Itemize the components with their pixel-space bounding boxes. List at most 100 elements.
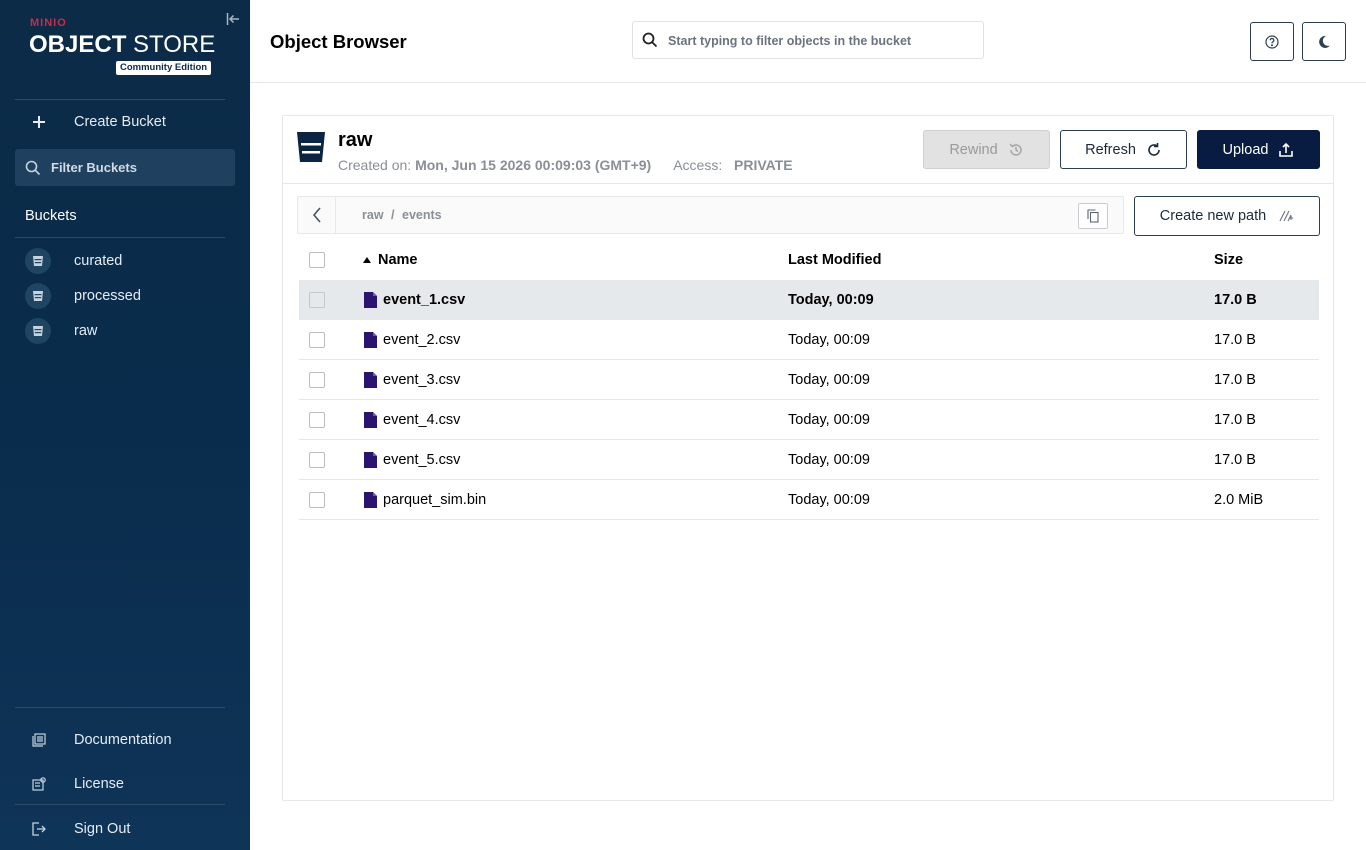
table-row[interactable]: event_1.csv Today, 00:09 17.0 B	[299, 280, 1319, 320]
breadcrumb-folder[interactable]: events	[402, 208, 442, 222]
file-icon	[364, 292, 377, 308]
refresh-icon	[1146, 142, 1162, 158]
copy-path-button[interactable]	[1078, 203, 1108, 229]
sign-out-button[interactable]: Sign Out	[15, 811, 235, 847]
file-icon	[364, 332, 377, 348]
table-row[interactable]: event_5.csv Today, 00:09 17.0 B	[299, 440, 1319, 480]
back-button[interactable]	[298, 197, 336, 233]
file-name: event_5.csv	[383, 452, 461, 468]
file-modified: Today, 00:09	[788, 332, 870, 348]
row-checkbox[interactable]	[309, 412, 325, 428]
chevron-left-icon	[312, 207, 321, 223]
breadcrumb-separator: /	[391, 208, 395, 222]
row-checkbox[interactable]	[309, 332, 325, 348]
row-checkbox[interactable]	[309, 292, 325, 308]
top-header: Object Browser	[250, 0, 1366, 83]
access-value: PRIVATE	[734, 157, 793, 173]
upload-button[interactable]: Upload	[1197, 130, 1320, 169]
object-search-input[interactable]	[668, 32, 968, 48]
upload-label: Upload	[1222, 141, 1269, 158]
license-link[interactable]: License	[15, 766, 235, 802]
collapse-sidebar-icon[interactable]	[226, 12, 240, 26]
column-name-label: Name	[378, 252, 418, 268]
copy-icon	[1087, 209, 1099, 223]
refresh-button[interactable]: Refresh	[1060, 130, 1187, 169]
theme-toggle-button[interactable]	[1302, 22, 1346, 61]
file-size: 17.0 B	[1214, 372, 1256, 388]
upload-icon	[1278, 142, 1294, 158]
license-label: License	[74, 776, 124, 792]
object-search-box	[632, 21, 984, 59]
access-label: Access:	[673, 157, 723, 173]
rewind-label: Rewind	[949, 141, 998, 158]
select-all-header	[309, 240, 325, 280]
file-modified: Today, 00:09	[788, 492, 870, 508]
breadcrumb: raw / events	[297, 196, 1124, 234]
created-label: Created on:	[338, 157, 412, 173]
file-name: event_1.csv	[383, 292, 466, 308]
sidebar-bucket-raw[interactable]: raw	[25, 318, 225, 344]
select-all-checkbox[interactable]	[309, 252, 325, 268]
file-size: 17.0 B	[1214, 452, 1256, 468]
file-icon	[364, 372, 377, 388]
bucket-label: curated	[74, 253, 123, 269]
documentation-link[interactable]: Documentation	[15, 722, 235, 758]
rewind-button[interactable]: Rewind	[923, 130, 1050, 169]
logo-brand: MINIO	[30, 17, 67, 29]
file-name: event_2.csv	[383, 332, 461, 348]
breadcrumb-root[interactable]: raw	[362, 208, 384, 222]
documentation-icon	[30, 731, 48, 749]
file-modified: Today, 00:09	[788, 372, 870, 388]
bucket-icon	[25, 248, 51, 274]
file-size: 17.0 B	[1214, 332, 1256, 348]
column-header-name[interactable]: Name	[362, 240, 418, 280]
sidebar: MINIO OBJECT STORE Community Edition Cre…	[0, 0, 250, 850]
table-row[interactable]: event_2.csv Today, 00:09 17.0 B	[299, 320, 1319, 360]
bucket-icon	[297, 132, 325, 162]
buckets-section-title: Buckets	[25, 208, 77, 224]
sidebar-bucket-curated[interactable]: curated	[25, 248, 225, 274]
moon-icon	[1319, 35, 1330, 48]
sort-up-icon	[363, 257, 371, 263]
file-modified: Today, 00:09	[788, 412, 870, 428]
bucket-name: raw	[338, 129, 373, 151]
row-checkbox[interactable]	[309, 492, 325, 508]
sidebar-divider	[15, 804, 225, 805]
column-size-label: Size	[1214, 252, 1244, 268]
bucket-panel: raw Created on: Mon, Jun 15 2026 00:09:0…	[282, 115, 1334, 801]
file-modified: Today, 00:09	[788, 452, 870, 468]
bucket-label: processed	[74, 288, 141, 304]
column-header-size[interactable]: Size	[1214, 240, 1243, 280]
search-icon	[642, 32, 658, 48]
table-row[interactable]: event_4.csv Today, 00:09 17.0 B	[299, 400, 1319, 440]
create-bucket-label: Create Bucket	[74, 114, 166, 130]
logo-title: OBJECT STORE	[29, 31, 216, 58]
table-row[interactable]: parquet_sim.bin Today, 00:09 2.0 MiB	[299, 480, 1319, 520]
filter-buckets-placeholder: Filter Buckets	[51, 160, 137, 175]
row-checkbox[interactable]	[309, 372, 325, 388]
logo-edition-badge: Community Edition	[116, 61, 212, 75]
column-modified-label: Last Modified	[788, 252, 882, 268]
bucket-meta: Created on: Mon, Jun 15 2026 00:09:03 (G…	[338, 157, 793, 173]
create-new-path-label: Create new path	[1159, 208, 1267, 224]
filter-buckets-input[interactable]: Filter Buckets	[15, 149, 235, 186]
bucket-info-header: raw Created on: Mon, Jun 15 2026 00:09:0…	[283, 116, 1333, 184]
file-name: parquet_sim.bin	[383, 492, 487, 508]
help-button[interactable]	[1250, 22, 1294, 61]
file-modified: Today, 00:09	[788, 292, 874, 308]
column-header-modified[interactable]: Last Modified	[788, 240, 881, 280]
row-checkbox[interactable]	[309, 452, 325, 468]
create-new-path-button[interactable]: Create new path	[1134, 196, 1320, 236]
file-size: 17.0 B	[1214, 412, 1256, 428]
search-icon	[25, 160, 41, 176]
file-icon	[364, 412, 377, 428]
sidebar-bucket-processed[interactable]: processed	[25, 283, 225, 309]
plus-icon	[30, 113, 48, 131]
file-name: event_4.csv	[383, 412, 461, 428]
sidebar-divider	[15, 707, 225, 708]
created-value: Mon, Jun 15 2026 00:09:03 (GMT+9)	[415, 157, 652, 173]
table-row[interactable]: event_3.csv Today, 00:09 17.0 B	[299, 360, 1319, 400]
create-bucket-button[interactable]: Create Bucket	[15, 104, 235, 140]
license-icon	[30, 775, 48, 793]
file-size: 17.0 B	[1214, 292, 1257, 308]
